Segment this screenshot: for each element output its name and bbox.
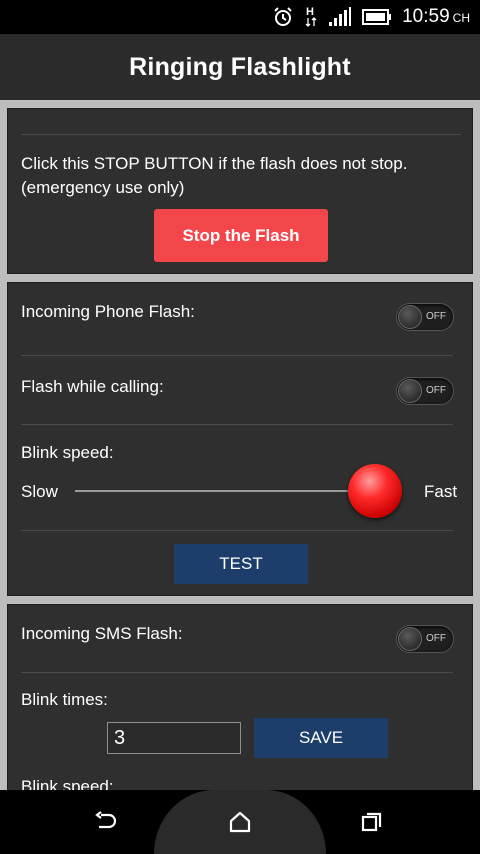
status-bar: H 10:59 CH	[0, 0, 480, 34]
divider	[21, 355, 453, 356]
sms-blink-speed-label: Blink speed:	[21, 777, 114, 790]
save-button[interactable]: SAVE	[254, 718, 388, 758]
clock: 10:59 CH	[402, 6, 470, 27]
incoming-phone-flash-label: Incoming Phone Flash:	[21, 302, 195, 321]
blink-speed-label: Blink speed:	[21, 443, 114, 462]
signal-icon	[328, 5, 352, 29]
slow-label: Slow	[21, 482, 58, 501]
flash-while-calling-label: Flash while calling:	[21, 377, 164, 396]
network-type-icon: H	[304, 5, 318, 29]
toggle-knob	[398, 627, 422, 651]
navigation-bar	[0, 790, 480, 854]
toggle-state: OFF	[426, 385, 446, 396]
incoming-sms-flash-toggle[interactable]: OFF	[396, 625, 454, 653]
alarm-clock-icon	[272, 5, 294, 29]
divider	[21, 424, 453, 425]
divider	[21, 134, 461, 135]
divider	[21, 530, 453, 531]
fast-label: Fast	[424, 482, 458, 501]
toggle-state: OFF	[426, 633, 446, 644]
battery-icon	[362, 5, 392, 29]
toggle-knob	[398, 305, 422, 329]
page-title: Ringing Flashlight	[129, 52, 351, 81]
blink-speed-slider-track[interactable]	[75, 490, 375, 492]
blink-times-label: Blink times:	[21, 690, 108, 709]
flash-while-calling-toggle[interactable]: OFF	[396, 377, 454, 405]
blink-times-input[interactable]	[107, 722, 241, 754]
phone-flash-card: Incoming Phone Flash: OFF Flash while ca…	[7, 282, 473, 596]
settings-content[interactable]: Click this STOP BUTTON if the flash does…	[0, 100, 480, 790]
toggle-knob	[398, 379, 422, 403]
stop-instructions: Click this STOP BUTTON if the flash does…	[21, 154, 408, 197]
home-icon[interactable]	[220, 804, 260, 840]
stop-flash-card: Click this STOP BUTTON if the flash does…	[7, 108, 473, 274]
network-type-label: H	[306, 6, 314, 18]
recents-icon[interactable]	[352, 804, 392, 840]
app-bar: Ringing Flashlight	[0, 34, 480, 100]
divider	[21, 672, 453, 673]
back-icon[interactable]	[86, 804, 126, 840]
stop-flash-button[interactable]: Stop the Flash	[154, 209, 328, 262]
sms-flash-card: Incoming SMS Flash: OFF Blink times: SAV…	[7, 604, 473, 790]
incoming-sms-flash-label: Incoming SMS Flash:	[21, 624, 183, 643]
toggle-state: OFF	[426, 311, 446, 322]
test-button[interactable]: TEST	[174, 544, 308, 584]
incoming-phone-flash-toggle[interactable]: OFF	[396, 303, 454, 331]
blink-speed-slider-thumb[interactable]	[348, 464, 402, 518]
